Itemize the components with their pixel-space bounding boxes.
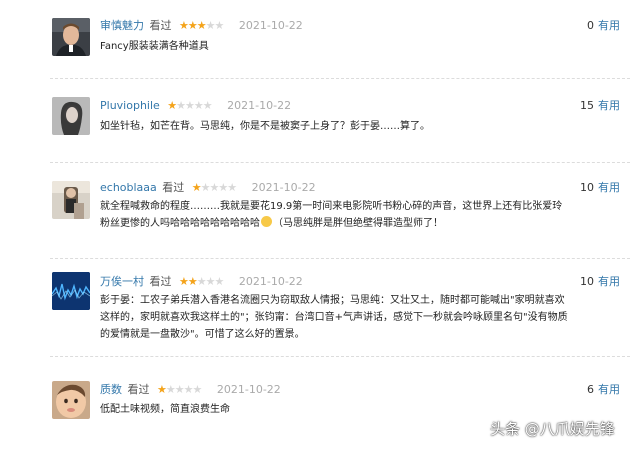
star-icon: ★ <box>179 275 189 288</box>
username-link[interactable]: 质数 <box>100 383 122 396</box>
review-meta: Pluviophile ★★★★★ 2021-10-22 <box>100 98 291 114</box>
divider <box>50 162 630 163</box>
review-date: 2021-10-22 <box>216 383 281 396</box>
vote-count: 0 <box>587 19 594 32</box>
useful-button[interactable]: 有用 <box>598 383 620 396</box>
star-icon: ★ <box>196 19 207 32</box>
useful-button[interactable]: 有用 <box>598 99 620 112</box>
username-link[interactable]: 审慎魅力 <box>100 19 144 32</box>
review-date: 2021-10-22 <box>227 99 292 112</box>
username-link[interactable]: 万俟一村 <box>100 275 144 288</box>
rating-type: 看过 <box>162 181 185 194</box>
star-icon: ★ <box>183 383 194 396</box>
star-icon: ★ <box>187 275 198 288</box>
vote-area: 15 有用 <box>580 98 620 114</box>
review-text: Fancy服装装满各种道具 <box>100 41 209 52</box>
avatar[interactable] <box>52 381 90 419</box>
divider <box>50 78 630 79</box>
rating-type: 看过 <box>149 275 172 288</box>
review-meta: 万俟一村 看过 ★★★★★ 2021-10-22 <box>100 274 303 290</box>
divider <box>50 258 630 259</box>
vote-area: 6 有用 <box>587 382 620 398</box>
rating-stars: ★★★★★ <box>179 274 225 290</box>
laughing-emoji-icon <box>261 216 272 227</box>
useful-button[interactable]: 有用 <box>598 275 620 288</box>
star-icon: ★ <box>196 275 207 288</box>
review-text: 如坐针毡，如芒在背。马思纯，你是不是被窦子上身了？彭于晏……算了。 <box>100 121 430 132</box>
username-link[interactable]: Pluviophile <box>100 99 160 112</box>
useful-button[interactable]: 有用 <box>598 181 620 194</box>
vote-count: 10 <box>580 181 594 194</box>
star-icon: ★ <box>192 383 203 396</box>
watermark: 头条 @八爪娱先锋 <box>490 420 615 438</box>
rating-stars: ★★★★★ <box>179 18 225 34</box>
vote-count: 10 <box>580 275 594 288</box>
useful-button[interactable]: 有用 <box>598 19 620 32</box>
star-icon: ★ <box>205 275 216 288</box>
avatar[interactable] <box>52 18 90 56</box>
star-icon: ★ <box>200 181 211 194</box>
star-icon: ★ <box>157 383 167 396</box>
star-icon: ★ <box>205 19 216 32</box>
vote-area: 10 有用 <box>580 180 620 196</box>
star-icon: ★ <box>202 99 213 112</box>
review-meta: echoblaaa 看过 ★★★★★ 2021-10-22 <box>100 180 316 196</box>
avatar[interactable] <box>52 272 90 310</box>
star-icon: ★ <box>187 19 198 32</box>
divider <box>50 356 630 357</box>
rating-stars: ★★★★★ <box>167 98 213 114</box>
star-icon: ★ <box>174 383 185 396</box>
vote-area: 10 有用 <box>580 274 620 290</box>
rating-type: 看过 <box>127 383 150 396</box>
review-date: 2021-10-22 <box>238 275 303 288</box>
rating-stars: ★★★★★ <box>191 180 237 196</box>
review-date: 2021-10-22 <box>238 19 303 32</box>
username-link[interactable]: echoblaaa <box>100 181 157 194</box>
rating-stars: ★★★★★ <box>157 382 203 398</box>
star-icon: ★ <box>227 181 237 194</box>
review-meta: 质数 看过 ★★★★★ 2021-10-22 <box>100 382 281 398</box>
star-icon: ★ <box>185 99 195 112</box>
avatar[interactable] <box>52 97 90 135</box>
review-text-part: （马思纯胖是胖但绝壁得罪造型师了！ <box>273 218 443 229</box>
vote-count: 6 <box>587 383 594 396</box>
star-icon: ★ <box>179 19 189 32</box>
star-icon: ★ <box>214 19 225 32</box>
rating-type: 看过 <box>149 19 172 32</box>
star-icon: ★ <box>167 99 177 112</box>
review-text: 就全程喊救命的程度………我就是要花19.9第一时间来电影院听书粉心碎的声音，这世… <box>100 198 572 232</box>
review-meta: 审慎魅力 看过 ★★★★★ 2021-10-22 <box>100 18 303 34</box>
star-icon: ★ <box>165 383 176 396</box>
review-text: 彭于晏：工农子弟兵潜入香港名流圈只为窃取敌人情报；马思纯：又壮又土，随时都可能喊… <box>100 295 568 340</box>
star-icon: ★ <box>218 181 228 194</box>
star-icon: ★ <box>191 181 202 194</box>
review-date: 2021-10-22 <box>251 181 316 194</box>
avatar[interactable] <box>52 181 90 219</box>
vote-area: 0 有用 <box>587 18 620 34</box>
review-text: 低配土味视频，简直浪费生命 <box>100 404 230 415</box>
star-icon: ★ <box>193 99 204 112</box>
star-icon: ★ <box>214 275 225 288</box>
star-icon: ★ <box>176 99 186 112</box>
vote-count: 15 <box>580 99 594 112</box>
